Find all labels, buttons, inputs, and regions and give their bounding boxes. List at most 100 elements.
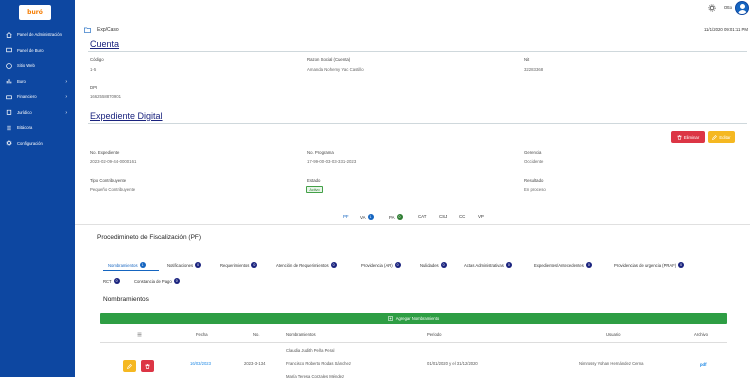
no-expediente-label: No. Expediente bbox=[90, 150, 120, 155]
divider bbox=[75, 224, 750, 225]
codigo-value: 1-5 bbox=[90, 67, 97, 72]
sidebar: buró Panel de Administración Panel de Bu… bbox=[0, 0, 75, 377]
dpi-label: DPI bbox=[90, 85, 98, 90]
panel-icon bbox=[5, 47, 12, 54]
active-subtab-indicator bbox=[103, 270, 159, 271]
money-icon bbox=[5, 93, 12, 100]
delete-row-button[interactable] bbox=[141, 360, 154, 372]
count-badge: 0 bbox=[396, 214, 403, 220]
edit-row-button[interactable] bbox=[123, 360, 136, 372]
usuario-value: Nimrossy Yohan Hernández Cerna bbox=[579, 361, 644, 366]
divider bbox=[88, 51, 747, 52]
col-fecha: Fecha bbox=[196, 332, 208, 337]
dpi-value: 1662558870901 bbox=[90, 94, 122, 99]
folder-icon bbox=[84, 27, 91, 33]
col-periodo: Periodo bbox=[427, 332, 442, 337]
table-header-divider bbox=[100, 342, 727, 343]
logo[interactable]: buró bbox=[19, 5, 51, 20]
chevron-right-icon: › bbox=[65, 109, 67, 116]
subtab-providencia-ar[interactable]: Providencia (AR) 0 bbox=[361, 262, 401, 268]
subtab-atencion-requerimientos[interactable]: Atención de Requerimientos 0 bbox=[276, 262, 337, 268]
subtab-nulidades[interactable]: Nulidades 0 bbox=[420, 262, 447, 268]
sidebar-item-configuracion[interactable]: Configuración bbox=[0, 136, 75, 152]
gear-icon bbox=[5, 140, 12, 147]
add-nombramiento-button[interactable]: Agregar Nombramiento bbox=[100, 313, 727, 324]
col-archivo: Archivo bbox=[694, 332, 708, 337]
no-expediente-value: 2023-02-09-44-0000161 bbox=[90, 159, 137, 164]
breadcrumb: Exp/Caso bbox=[97, 27, 119, 33]
nombramientos-title: Nombramientos bbox=[103, 296, 149, 303]
subtab-providencias-urgencia[interactable]: Providencias de urgencia (PRAF) 0 bbox=[614, 262, 685, 268]
topbar: Otto bbox=[75, 0, 750, 20]
sidebar-nav: Panel de Administración Panel de Buro Si… bbox=[0, 27, 75, 151]
list-icon bbox=[137, 332, 142, 337]
expediente-title: Expediente Digital bbox=[90, 111, 163, 121]
pencil-icon bbox=[712, 134, 718, 140]
sidebar-item-financiero[interactable]: Financiero › bbox=[0, 89, 75, 105]
nit-label: Nit bbox=[524, 57, 530, 62]
user-name[interactable]: Otto bbox=[724, 5, 732, 10]
subtab-actas-administrativas[interactable]: Actas Administrativas 0 bbox=[464, 262, 512, 268]
subtab-nombramientos[interactable]: Nombramientos 1 bbox=[108, 262, 146, 268]
procedimiento-title: Procedimineto de Fiscalización (PF) bbox=[97, 234, 202, 241]
col-usuario: Usuario bbox=[606, 332, 621, 337]
col-nombramientos: Nombramientos bbox=[286, 332, 316, 337]
cuenta-title: Cuenta bbox=[90, 39, 120, 49]
tipo-contribuyente-label: Tipo Contribuyente bbox=[90, 178, 127, 183]
sidebar-item-sitio-web[interactable]: Sitio Web bbox=[0, 58, 75, 74]
pdf-link[interactable]: pdf bbox=[700, 362, 707, 367]
log-icon bbox=[5, 124, 12, 131]
no-programa-label: No. Programa bbox=[307, 150, 334, 155]
delete-button[interactable]: Eliminar bbox=[671, 131, 705, 143]
tab-pf[interactable]: PF bbox=[343, 214, 349, 219]
datetime: 11/1/2020 09:01:11 PM bbox=[703, 27, 748, 32]
subtab-notificaciones[interactable]: Notificaciones 0 bbox=[167, 262, 202, 268]
tab-csj[interactable]: CSJ bbox=[439, 214, 447, 219]
fecha-link[interactable]: 16/03/2023 bbox=[190, 361, 211, 366]
razon-value: Amanda Nohemy Yac Castillo bbox=[307, 67, 364, 72]
pencil-icon bbox=[127, 363, 132, 369]
trash-icon bbox=[145, 363, 150, 369]
tab-va[interactable]: VA 1 bbox=[360, 214, 374, 220]
gerencia-value: Occidente bbox=[524, 159, 544, 164]
plus-box-icon bbox=[387, 316, 393, 321]
subtab-expedientes-antecedentes[interactable]: Expedientes/Antecedentes 0 bbox=[534, 262, 592, 268]
no-value: 2023-3-134 bbox=[244, 361, 266, 366]
razon-label: Razon Social (Cuenta) bbox=[307, 57, 351, 62]
sidebar-item-admin[interactable]: Panel de Administración bbox=[0, 27, 75, 43]
nombre-item: Claudia Judith Peña Peral bbox=[286, 348, 335, 353]
globe-icon bbox=[5, 62, 12, 69]
chevron-right-icon: › bbox=[65, 94, 67, 100]
subtab-requerimientos[interactable]: Requerimientos 0 bbox=[220, 262, 258, 268]
home-icon bbox=[5, 31, 12, 38]
divider bbox=[88, 123, 747, 124]
codigo-label: Código bbox=[90, 57, 104, 62]
chart-icon bbox=[5, 78, 12, 85]
tab-cat[interactable]: CAT bbox=[418, 214, 426, 219]
subtab-rct[interactable]: RCT 0 bbox=[103, 278, 120, 284]
tab-vp[interactable]: VP bbox=[478, 214, 484, 219]
subtab-constancia-pago[interactable]: Constancia de Pago 0 bbox=[134, 278, 180, 284]
periodo-value: 01/01/2020 y el 31/12/2020 bbox=[427, 361, 478, 366]
avatar[interactable] bbox=[735, 1, 749, 15]
sidebar-item-juridico[interactable]: Jurídico › bbox=[0, 105, 75, 121]
nombre-item: Francisco Roberto Rodas Sánchez bbox=[286, 361, 351, 366]
tab-cc[interactable]: CC bbox=[459, 214, 465, 219]
sidebar-item-buro[interactable]: Buro › bbox=[0, 74, 75, 90]
chevron-right-icon: › bbox=[65, 78, 67, 85]
resultado-label: Resultado bbox=[524, 178, 544, 183]
resultado-value: En proceso bbox=[524, 187, 546, 192]
tab-pa[interactable]: PA 0 bbox=[389, 214, 403, 220]
gerencia-label: Gerencia bbox=[524, 150, 542, 155]
book-icon bbox=[5, 109, 12, 116]
settings-gear-icon[interactable] bbox=[708, 4, 716, 12]
status-badge: Activo bbox=[306, 186, 323, 193]
count-badge: 1 bbox=[367, 214, 374, 220]
trash-icon bbox=[677, 134, 682, 140]
col-no: No. bbox=[253, 332, 260, 337]
tipo-contribuyente-value: Pequeño Contribuyente bbox=[90, 187, 136, 192]
nit-value: 32283368 bbox=[524, 67, 544, 72]
edit-button[interactable]: Editar bbox=[708, 131, 735, 143]
sidebar-item-panel-buro[interactable]: Panel de Buro bbox=[0, 43, 75, 59]
sidebar-item-bitacora[interactable]: Bitácora bbox=[0, 120, 75, 136]
